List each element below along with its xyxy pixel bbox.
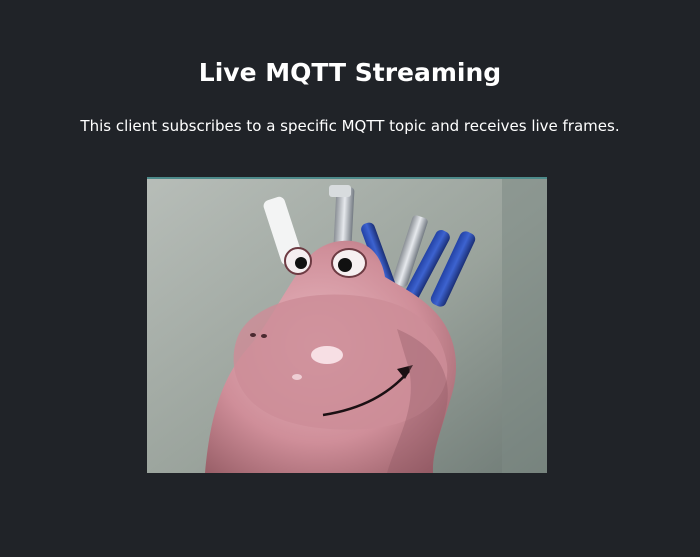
page-title: Live MQTT Streaming xyxy=(198,58,502,87)
live-frame-image xyxy=(147,177,547,473)
page-description: This client subscribes to a specific MQT… xyxy=(80,117,620,135)
page-container: Live MQTT Streaming This client subscrib… xyxy=(0,0,700,557)
frog-frame-illustration xyxy=(147,179,547,473)
